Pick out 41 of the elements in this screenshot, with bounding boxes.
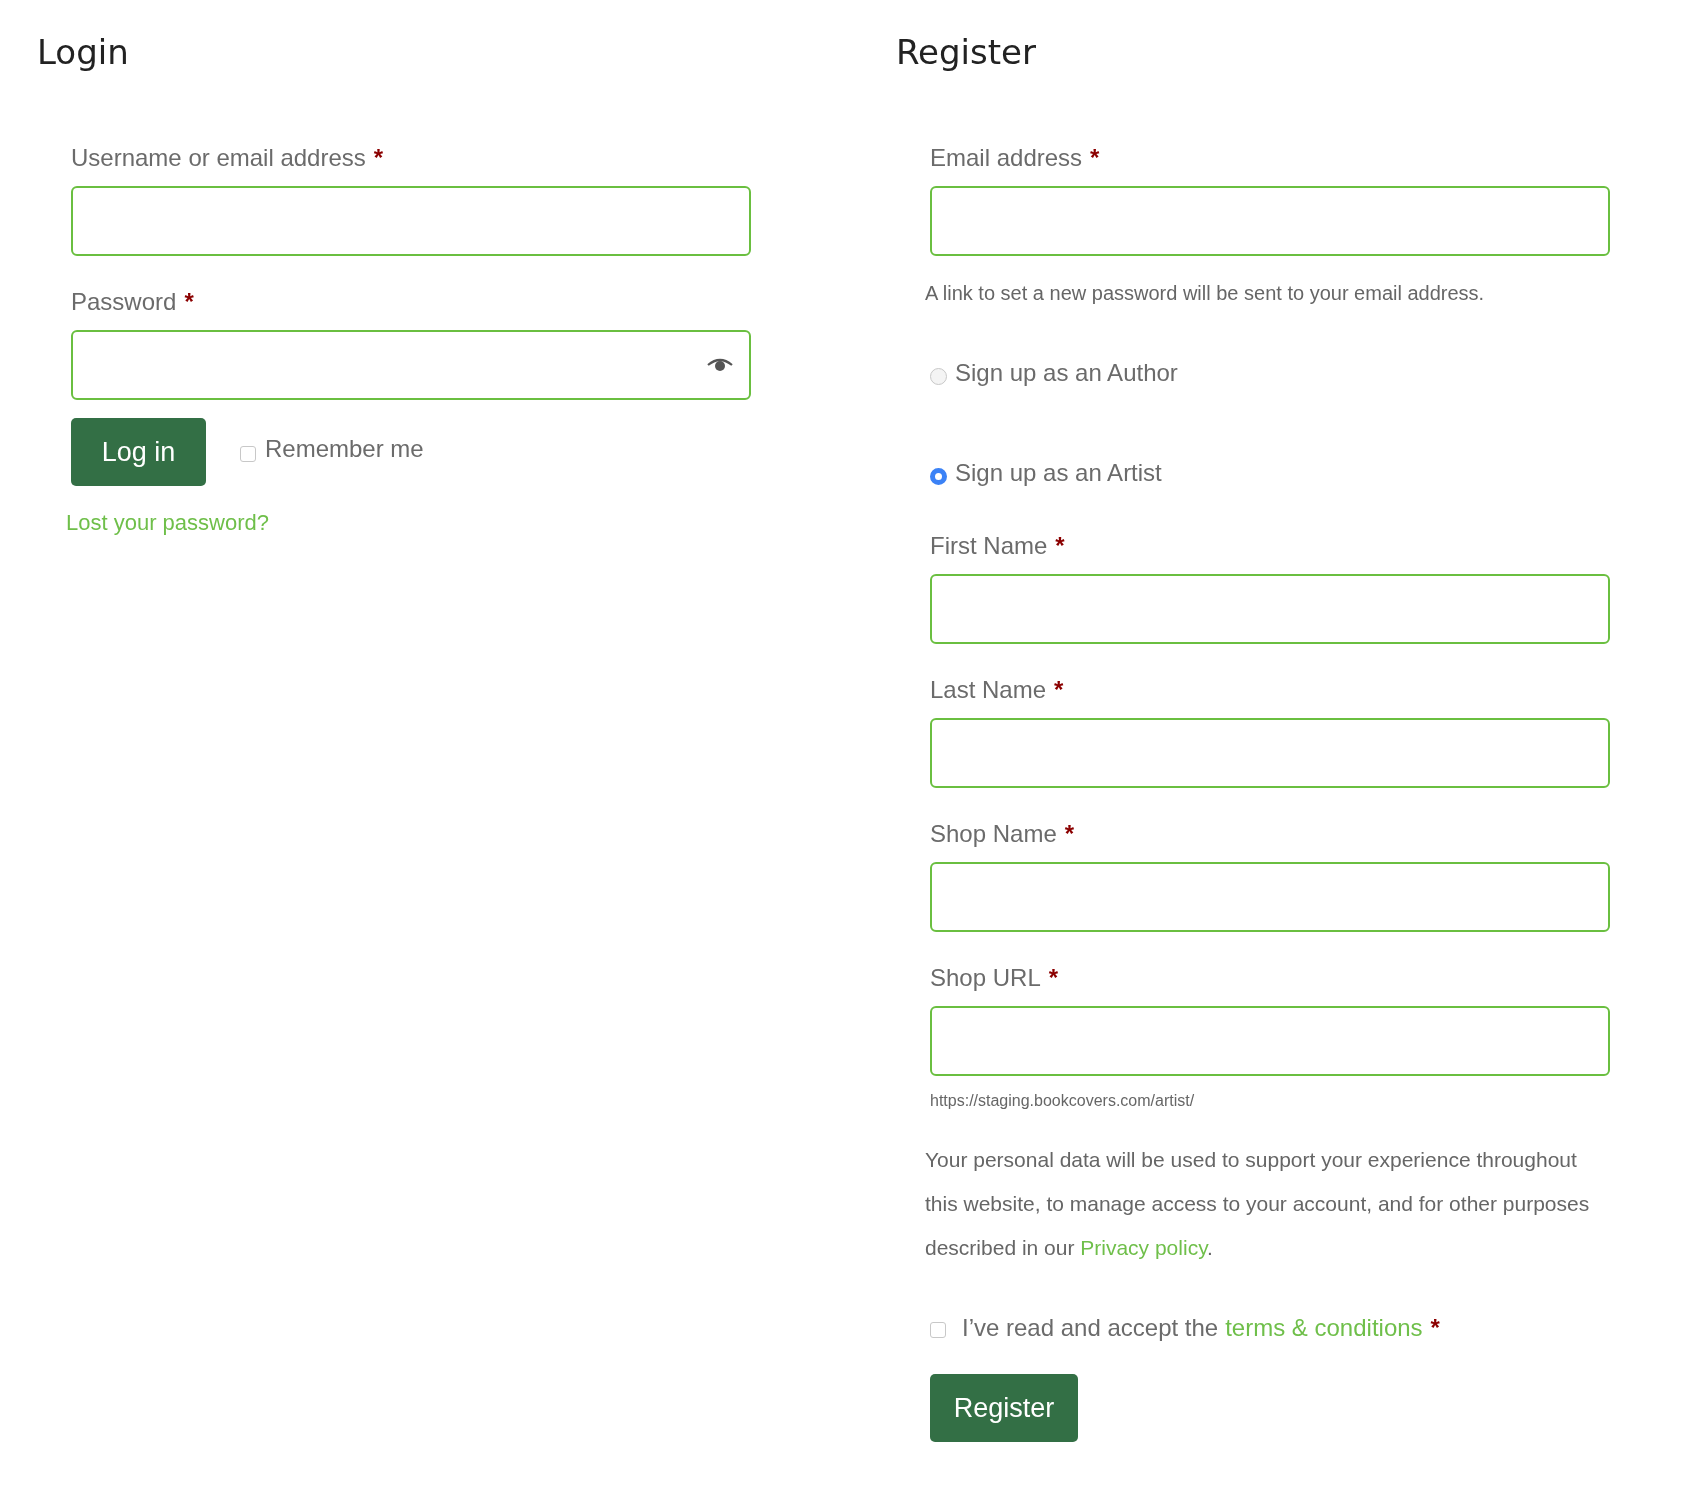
radio-label: Sign up as an Artist — [955, 459, 1162, 487]
field-label: Last Name — [930, 675, 1047, 705]
login-heading: Login — [37, 31, 129, 74]
field-label: Username or email address — [71, 143, 366, 173]
privacy-text: Your personal data will be used to support your experience throughout this website, to manage access to your account, and for other purposes described in our Privacy policy. — [925, 1147, 1591, 1261]
radio-label: Sign up as an Author — [955, 359, 1178, 387]
privacy-policy-link[interactable]: Privacy policy — [1080, 1236, 1208, 1259]
checkbox-label: I’ve read and accept the — [962, 1313, 1219, 1343]
field-label: First Name — [930, 531, 1048, 561]
password-field[interactable] — [71, 330, 751, 400]
checkbox[interactable] — [240, 446, 256, 462]
input-field[interactable] — [930, 1006, 1610, 1076]
input-field[interactable] — [930, 186, 1610, 256]
required-mark: * — [373, 143, 384, 173]
field-label: Password — [71, 287, 177, 317]
field-label: Email address — [930, 143, 1083, 173]
field-label: Shop Name — [930, 819, 1057, 849]
radio-button[interactable] — [930, 367, 947, 385]
required-mark: * — [1048, 963, 1059, 993]
input-field[interactable] — [71, 186, 751, 256]
checkbox-label: Remember me — [265, 435, 424, 463]
radio-button[interactable] — [930, 467, 947, 485]
required-mark: * — [1064, 819, 1075, 849]
field-label: Shop URL — [930, 963, 1041, 993]
hint-text: A link to set a new password will be sent to your email address. — [925, 281, 1485, 306]
terms-link[interactable]: terms & conditions — [1225, 1310, 1423, 1346]
url-hint: https://staging.bookcovers.com/artist/ — [930, 1091, 1195, 1111]
input-field[interactable] — [930, 574, 1610, 644]
input-field[interactable] — [930, 718, 1610, 788]
lost-password-link[interactable]: Lost your password? — [66, 505, 269, 541]
register-button[interactable]: Register — [930, 1374, 1078, 1442]
required-mark: * — [1054, 675, 1064, 705]
required-mark: * — [1430, 1313, 1440, 1343]
required-mark: * — [1090, 143, 1100, 173]
eye-icon[interactable] — [707, 358, 733, 372]
register-heading: Register — [896, 31, 1036, 74]
checkbox[interactable] — [930, 1322, 946, 1338]
input-field[interactable] — [930, 862, 1610, 932]
login-button[interactable]: Log in — [71, 418, 206, 486]
required-mark: * — [1055, 531, 1065, 561]
required-mark: * — [184, 287, 194, 317]
